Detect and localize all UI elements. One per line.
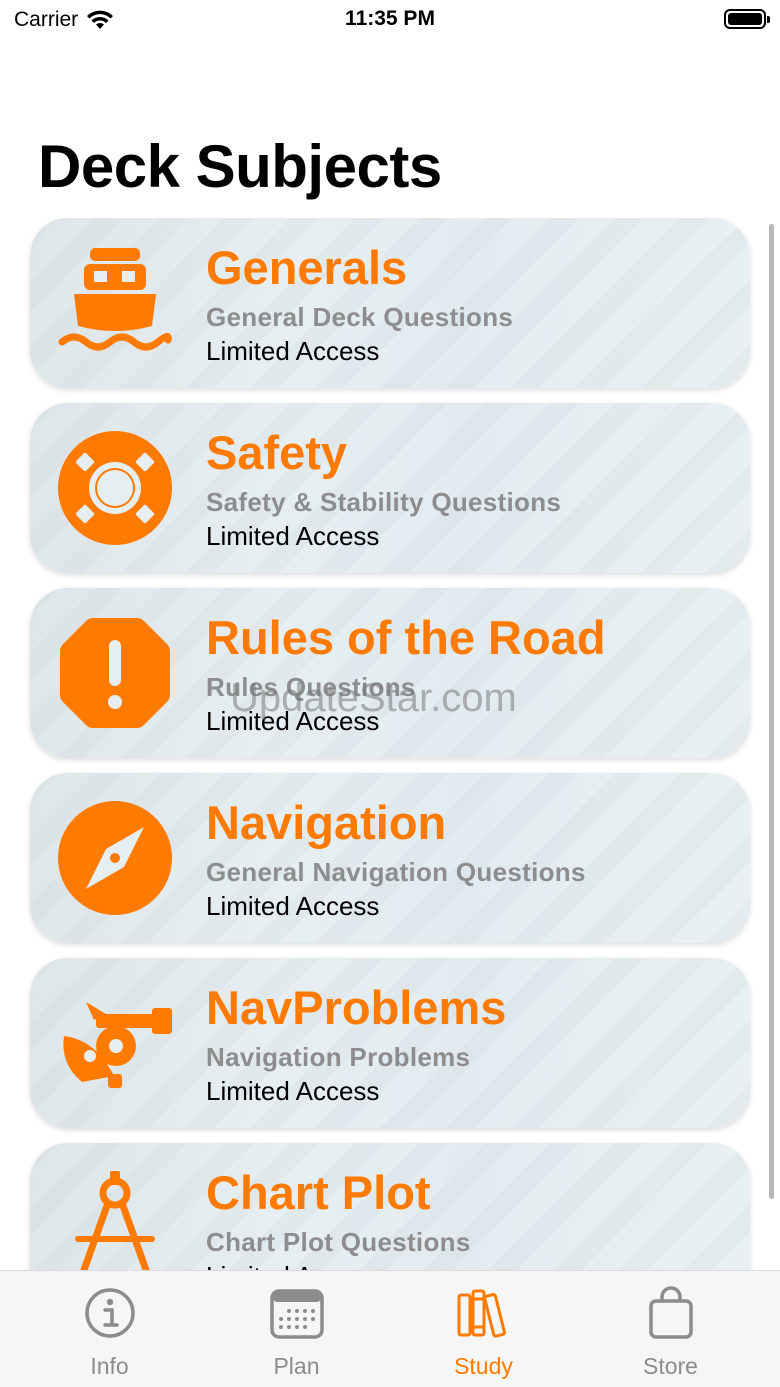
tab-label: Store bbox=[643, 1353, 698, 1379]
tab-label: Info bbox=[90, 1353, 129, 1379]
books-icon bbox=[457, 1289, 506, 1338]
subject-title: Navigation bbox=[206, 796, 447, 849]
subject-title: Rules of the Road bbox=[206, 611, 606, 664]
info-icon bbox=[85, 1288, 135, 1338]
page-title: Deck Subjects bbox=[38, 133, 442, 200]
sextant-icon bbox=[63, 1002, 172, 1088]
subject-subtitle: Safety & Stability Questions bbox=[206, 487, 562, 517]
subject-title: Safety bbox=[206, 426, 348, 479]
tab-study[interactable]: Study bbox=[386, 1271, 581, 1387]
tab-store[interactable]: Store bbox=[573, 1271, 768, 1387]
status-bar: Carrier 11:35 PM bbox=[0, 0, 780, 44]
subject-list[interactable]: Generals General Deck Questions Limited … bbox=[0, 218, 780, 1270]
subject-card-navigation[interactable]: Navigation General Navigation Questions … bbox=[30, 773, 750, 943]
tab-label: Plan bbox=[273, 1353, 320, 1379]
compass-icon bbox=[58, 801, 172, 915]
subject-subtitle: General Deck Questions bbox=[206, 302, 514, 332]
calendar-icon bbox=[270, 1289, 324, 1339]
subject-card-navproblems[interactable]: NavProblems Navigation Problems Limited … bbox=[30, 958, 750, 1128]
subject-access: Limited Access bbox=[206, 891, 380, 921]
subject-access: Limited Access bbox=[206, 336, 380, 366]
exclamation-octagon-icon bbox=[60, 618, 170, 728]
subject-access: Limited Access bbox=[206, 1076, 380, 1106]
subject-card-rules-of-the-road[interactable]: Rules of the Road Rules Questions Limite… bbox=[30, 588, 750, 758]
subject-access: Limited Access bbox=[206, 1261, 379, 1270]
subject-card-safety[interactable]: Safety Safety & Stability Questions Limi… bbox=[30, 403, 750, 573]
tab-info[interactable]: Info bbox=[12, 1271, 207, 1387]
subject-title: Generals bbox=[206, 241, 408, 294]
tab-bar: Info Plan Study Store bbox=[0, 1270, 780, 1387]
tab-plan[interactable]: Plan bbox=[199, 1271, 394, 1387]
subject-title: NavProblems bbox=[206, 981, 507, 1034]
battery-icon bbox=[724, 9, 770, 29]
subject-subtitle: General Navigation Questions bbox=[206, 857, 586, 887]
subject-subtitle: Chart Plot Questions bbox=[206, 1227, 471, 1257]
status-time: 11:35 PM bbox=[345, 7, 435, 30]
scroll-indicator[interactable] bbox=[769, 224, 774, 1199]
watermark: UpdateStar.com bbox=[230, 676, 517, 720]
subject-access: Limited Access bbox=[206, 521, 380, 551]
drafting-compass-icon bbox=[75, 1171, 155, 1270]
subject-subtitle: Navigation Problems bbox=[206, 1042, 471, 1072]
subject-title: Chart Plot bbox=[206, 1166, 431, 1219]
subject-card-generals[interactable]: Generals General Deck Questions Limited … bbox=[30, 218, 750, 388]
ferry-icon bbox=[58, 248, 172, 351]
tab-label: Study bbox=[454, 1353, 513, 1379]
subject-card-chart-plot[interactable]: Chart Plot Chart Plot Questions Limited … bbox=[30, 1143, 750, 1270]
bag-icon bbox=[649, 1286, 693, 1339]
lifebuoy-icon bbox=[58, 431, 172, 545]
